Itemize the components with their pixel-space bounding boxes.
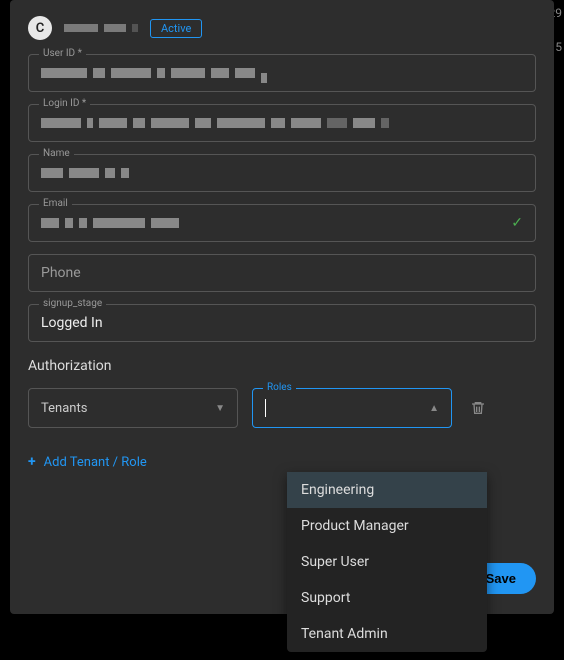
signup-stage-value: Logged In — [41, 315, 103, 331]
field-label: Login ID * — [39, 98, 90, 109]
field-label: Name — [39, 148, 74, 159]
authorization-row: Tenants ▼ Roles ▲ — [28, 388, 536, 428]
dropdown-item-support[interactable]: Support — [287, 580, 487, 616]
check-icon: ✓ — [511, 215, 523, 231]
user-id-redacted — [41, 68, 267, 78]
name-redacted — [41, 168, 129, 178]
chevron-up-icon: ▲ — [429, 403, 439, 414]
phone-field[interactable]: Phone — [28, 254, 536, 292]
roles-dropdown: Engineering Product Manager Super User S… — [287, 472, 487, 652]
authorization-title: Authorization — [28, 358, 536, 374]
phone-placeholder: Phone — [41, 265, 81, 281]
chevron-down-icon: ▼ — [215, 403, 225, 414]
field-label: signup_stage — [39, 298, 106, 309]
trash-icon[interactable] — [466, 400, 490, 416]
roles-select[interactable]: Roles ▲ — [252, 388, 452, 428]
name-field[interactable]: Name — [28, 154, 536, 192]
email-redacted — [41, 218, 179, 228]
signup-stage-field[interactable]: signup_stage Logged In — [28, 304, 536, 342]
login-id-redacted — [41, 118, 389, 128]
user-name-redacted — [64, 24, 138, 32]
field-label: Roles — [263, 382, 296, 393]
modal-header: C Active — [28, 16, 536, 40]
status-badge: Active — [150, 19, 202, 38]
add-link-label: Add Tenant / Role — [44, 455, 147, 470]
tenants-select[interactable]: Tenants ▼ — [28, 388, 238, 428]
plus-icon: + — [28, 454, 36, 470]
text-cursor — [265, 399, 266, 417]
user-id-field[interactable]: User ID * — [28, 54, 536, 92]
field-label: User ID * — [39, 48, 86, 59]
user-edit-modal: C Active User ID * Login ID * — [10, 0, 554, 614]
login-id-field[interactable]: Login ID * — [28, 104, 536, 142]
email-field[interactable]: Email ✓ — [28, 204, 536, 242]
dropdown-item-engineering[interactable]: Engineering — [287, 472, 487, 508]
field-label: Email — [39, 198, 72, 209]
dropdown-item-product-manager[interactable]: Product Manager — [287, 508, 487, 544]
dropdown-item-tenant-admin[interactable]: Tenant Admin — [287, 616, 487, 652]
tenants-value: Tenants — [41, 401, 87, 416]
avatar: C — [28, 16, 52, 40]
dropdown-item-super-user[interactable]: Super User — [287, 544, 487, 580]
add-tenant-role-link[interactable]: + Add Tenant / Role — [28, 454, 536, 470]
